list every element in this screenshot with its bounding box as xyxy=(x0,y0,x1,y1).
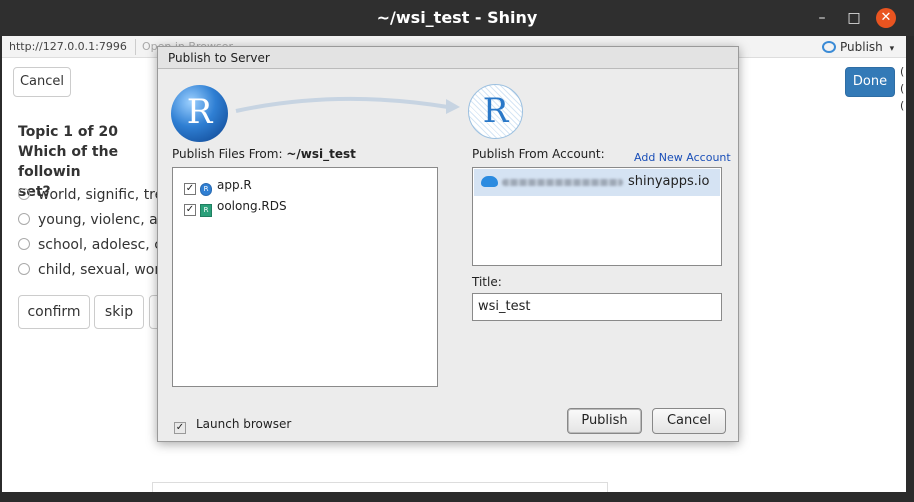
r-file-icon: R xyxy=(200,183,212,196)
edge-glyph: ( xyxy=(900,99,905,112)
dialog-cancel-button[interactable]: Cancel xyxy=(652,408,726,434)
choice-option[interactable]: school, adolesc, ch xyxy=(18,237,171,253)
r-server-logo-icon: R xyxy=(468,84,523,139)
chevron-down-icon: ▾ xyxy=(889,44,895,54)
radio-button[interactable] xyxy=(18,188,30,200)
choice-label: young, violenc, adu xyxy=(38,212,176,228)
publish-menu-button[interactable]: Publish ▾ xyxy=(822,40,894,54)
skip-button[interactable]: skip xyxy=(94,295,144,329)
account-name-redacted xyxy=(502,179,623,186)
radio-button[interactable] xyxy=(18,238,30,250)
app-cancel-button[interactable]: Cancel xyxy=(13,67,71,97)
question-text-line1: Which of the followin xyxy=(18,144,119,180)
close-window-button[interactable]: ✕ xyxy=(876,8,896,28)
choice-label: school, adolesc, ch xyxy=(38,237,171,253)
choice-option[interactable]: child, sexual, wome xyxy=(18,262,177,278)
edge-glyph: ( xyxy=(900,65,905,78)
page-bottom-frame xyxy=(152,482,608,492)
account-list[interactable]: shinyapps.io xyxy=(472,167,722,266)
topic-heading: Topic 1 of 20 xyxy=(18,124,118,140)
file-item[interactable]: ✓ Rapp.R xyxy=(184,178,252,196)
publish-menu-label: Publish xyxy=(840,40,883,54)
launch-browser-label: Launch browser xyxy=(196,417,292,431)
file-name: app.R xyxy=(217,178,252,192)
account-label: Publish From Account: xyxy=(472,147,605,161)
publish-dialog: Publish to Server R R Publish Files From… xyxy=(157,46,739,442)
choice-label: child, sexual, wome xyxy=(38,262,177,278)
cloud-icon xyxy=(481,176,498,187)
maximize-button[interactable]: □ xyxy=(844,8,864,28)
file-list[interactable]: ✓ Rapp.R ✓ Roolong.RDS xyxy=(172,167,438,387)
file-name: oolong.RDS xyxy=(217,199,287,213)
app-url[interactable]: http://127.0.0.1:7996 xyxy=(9,40,127,53)
radio-button[interactable] xyxy=(18,213,30,225)
edge-glyph: ( xyxy=(900,82,905,95)
confirm-button[interactable]: confirm xyxy=(18,295,90,329)
add-new-account-link[interactable]: Add New Account xyxy=(634,151,731,164)
files-from-path: ~/wsi_test xyxy=(286,147,356,161)
publish-icon xyxy=(822,41,836,53)
file-checkbox[interactable]: ✓ xyxy=(184,183,196,195)
file-item[interactable]: ✓ Roolong.RDS xyxy=(184,199,287,217)
r-logo-icon: R xyxy=(171,85,228,142)
publish-button[interactable]: Publish xyxy=(567,408,642,434)
radio-button[interactable] xyxy=(18,263,30,275)
window-title: ~/wsi_test - Shiny xyxy=(376,8,538,27)
title-input[interactable]: wsi_test xyxy=(472,293,722,321)
choice-option[interactable]: world, signific, treat xyxy=(18,187,177,203)
dialog-title: Publish to Server xyxy=(158,47,738,69)
minimize-button[interactable]: – xyxy=(812,8,832,28)
toolbar-divider xyxy=(135,39,136,55)
launch-browser-option[interactable]: ✓ Launch browser xyxy=(174,417,291,434)
file-checkbox[interactable]: ✓ xyxy=(184,204,196,216)
files-from-label: Publish Files From: ~/wsi_test xyxy=(172,147,356,161)
arrow-icon xyxy=(235,96,460,114)
choice-option[interactable]: young, violenc, adu xyxy=(18,212,175,228)
account-server: shinyapps.io xyxy=(628,174,710,189)
account-row[interactable]: shinyapps.io xyxy=(474,169,720,196)
window-titlebar: ~/wsi_test - Shiny – □ ✕ xyxy=(0,0,914,36)
rds-file-icon: R xyxy=(200,204,212,217)
files-from-prefix: Publish Files From: xyxy=(172,147,287,161)
title-label: Title: xyxy=(472,275,502,289)
launch-browser-checkbox[interactable]: ✓ xyxy=(174,422,186,434)
app-done-button[interactable]: Done xyxy=(845,67,895,97)
